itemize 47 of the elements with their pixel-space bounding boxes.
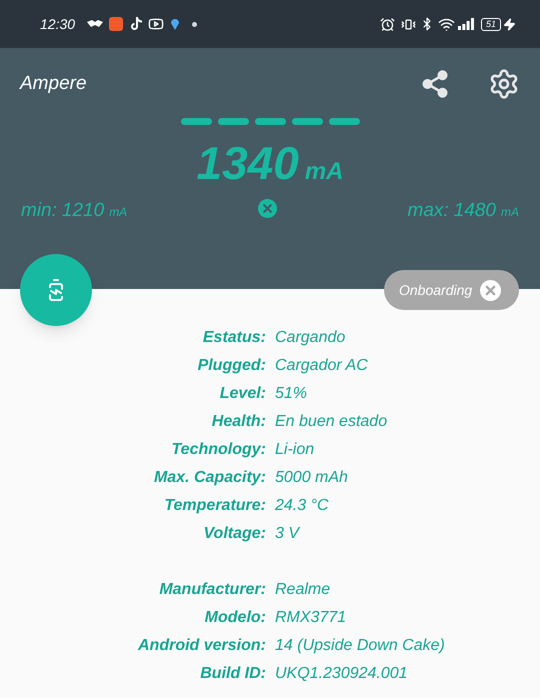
- info-value: En buen estado: [275, 412, 388, 432]
- reset-button[interactable]: [258, 198, 277, 218]
- play-icon: [148, 16, 164, 32]
- settings-icon[interactable]: [488, 68, 520, 100]
- min-label: min:: [21, 199, 57, 223]
- info-value: 24.3 °C: [275, 496, 329, 516]
- status-time: 12:30: [40, 14, 76, 34]
- app-title: Ampere: [20, 72, 87, 96]
- info-label: Build ID:: [199, 664, 266, 684]
- max-unit: mA: [501, 204, 519, 221]
- info-value: 51%: [275, 384, 308, 404]
- info-label: Technology:: [170, 440, 266, 460]
- current-unit: mA: [304, 157, 344, 187]
- info-value: Li-ion: [275, 440, 314, 460]
- info-label: Level:: [218, 384, 266, 404]
- pin-icon: [170, 18, 180, 30]
- max-value: 1480: [454, 199, 496, 223]
- info-value: Cargador AC: [275, 356, 368, 376]
- max-label: max:: [408, 199, 449, 223]
- charging-icon: [503, 18, 516, 30]
- vibrate-icon: [400, 16, 416, 32]
- current-reading: 1340: [196, 136, 299, 191]
- info-value: Cargando: [275, 328, 346, 348]
- info-label: Max. Capacity:: [152, 468, 266, 488]
- min-value: 1210: [62, 199, 104, 223]
- info-label: Temperature:: [163, 496, 266, 516]
- info-label: Android version:: [136, 636, 266, 656]
- min-unit: mA: [109, 204, 128, 221]
- info-value: Realme: [275, 580, 330, 600]
- info-value: 5000 mAh: [275, 468, 348, 488]
- info-value: RMX3771: [275, 608, 346, 628]
- music-note-icon: [130, 17, 142, 31]
- info-label: Voltage:: [202, 524, 266, 544]
- info-label: Health:: [210, 412, 266, 432]
- info-value: 3 V: [275, 524, 300, 544]
- info-value: UKQ1.230924.001: [275, 664, 408, 684]
- battery-indicator: 51: [480, 18, 501, 30]
- alarm-icon: [380, 16, 395, 32]
- info-label: Modelo:: [204, 608, 266, 628]
- signal-icon: [458, 18, 474, 30]
- chip-label: Onboarding: [399, 280, 472, 300]
- info-value: 14 (Upside Down Cake): [275, 636, 445, 656]
- onboarding-chip[interactable]: Onboarding: [384, 270, 519, 310]
- info-label: Manufacturer:: [158, 580, 266, 600]
- info-label: Plugged:: [196, 356, 266, 376]
- share-icon[interactable]: [420, 69, 450, 99]
- info-label: Estatus:: [202, 328, 266, 348]
